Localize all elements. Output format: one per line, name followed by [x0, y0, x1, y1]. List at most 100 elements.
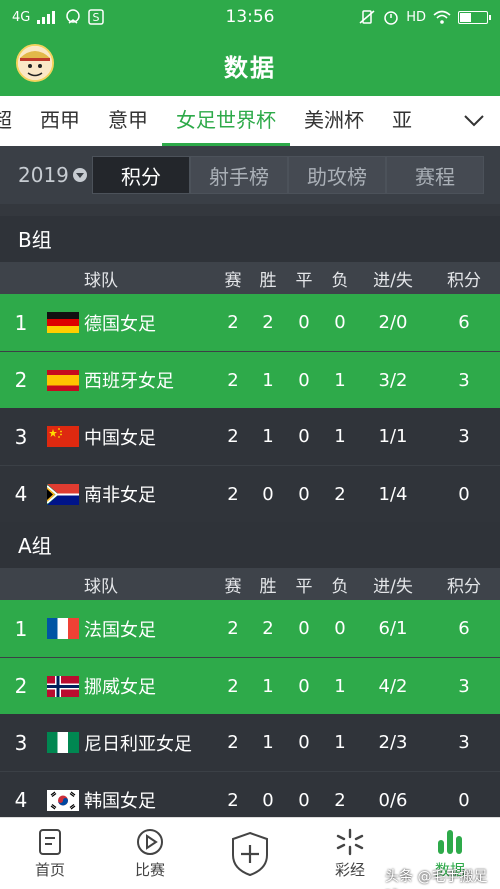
tab-league-5[interactable]: 亚	[378, 96, 426, 146]
caret-down-icon	[72, 168, 87, 182]
lost: 0	[334, 312, 346, 333]
rank: 3	[14, 730, 28, 755]
played: 2	[227, 312, 239, 333]
table-header: 球队 赛 胜 平 负 进/失 积分	[0, 262, 500, 294]
header-lost: 负	[331, 270, 349, 291]
tab-league-0[interactable]: 超	[0, 96, 26, 146]
segment-schedule[interactable]: 赛程	[386, 156, 484, 194]
nav-matches-label: 比赛	[134, 860, 165, 879]
header-goals: 进/失	[373, 576, 413, 597]
drawn: 0	[298, 369, 310, 391]
header-won: 胜	[259, 576, 277, 597]
pinwheel-icon	[336, 828, 364, 855]
avatar[interactable]	[16, 44, 54, 82]
chevron-down-icon	[464, 115, 484, 127]
team-name: 南非女足	[84, 485, 156, 506]
won: 2	[262, 312, 274, 333]
norway-flag-icon	[47, 675, 79, 697]
table-row[interactable]: 3 尼日利亚女足 2 1 0 1 2/3 3	[0, 714, 500, 771]
south-africa-flag-icon	[47, 483, 79, 505]
played: 2	[227, 732, 239, 753]
battery-icon	[458, 10, 491, 24]
tab-league-2[interactable]: 意甲	[94, 96, 162, 146]
won: 0	[262, 483, 274, 505]
avatar-face-icon	[18, 46, 52, 80]
segment-assists[interactable]: 助攻榜	[288, 156, 386, 194]
points: 3	[458, 675, 470, 697]
tab-league-3[interactable]: 女足世界杯	[162, 96, 290, 146]
league-tabs: 超 西甲 意甲 女足世界杯 美洲杯 亚	[0, 96, 500, 146]
nav-matches[interactable]: 比赛	[100, 818, 200, 889]
header-played: 赛	[224, 270, 242, 291]
goals: 2/3	[378, 732, 408, 753]
lost: 1	[334, 426, 346, 447]
nigeria-flag-icon	[47, 732, 79, 753]
won: 1	[262, 675, 274, 697]
table-row[interactable]: 1 德国女足 2 2 0 0 2/0 6	[0, 294, 500, 351]
points: 3	[458, 369, 470, 391]
rank: 2	[14, 368, 28, 392]
data-subbar: 2019 积分 射手榜 助攻榜 赛程	[0, 146, 500, 204]
wifi-icon	[433, 10, 451, 24]
watermark: 头条 @毛手搬足球	[385, 869, 488, 885]
points: 6	[458, 618, 470, 639]
tab-league-1[interactable]: 西甲	[26, 96, 94, 146]
won: 1	[262, 369, 274, 391]
tabs-expand-button[interactable]	[448, 96, 500, 146]
header-drawn: 平	[295, 576, 313, 597]
goals: 6/1	[378, 618, 408, 639]
segment-standings[interactable]: 积分	[92, 156, 190, 194]
germany-flag-icon	[47, 312, 79, 333]
team-name: 中国女足	[84, 427, 156, 449]
team-name: 尼日利亚女足	[84, 733, 192, 755]
header-team: 球队	[84, 270, 118, 291]
goals: 4/2	[378, 675, 408, 697]
network-label: 4G	[12, 9, 31, 25]
document-icon	[39, 828, 61, 855]
shield-plus-icon	[232, 831, 268, 876]
app-header: 数据	[0, 34, 500, 96]
app-notification-icon	[66, 9, 81, 24]
won: 1	[262, 732, 274, 753]
played: 2	[227, 618, 239, 639]
status-bar: 4G S 13:56 HD	[0, 0, 500, 34]
team-name: 西班牙女足	[84, 371, 174, 392]
drawn: 0	[298, 426, 310, 447]
played: 2	[227, 426, 239, 447]
year-value: 2019	[18, 163, 69, 187]
table-row[interactable]: 1 法国女足 2 2 0 0 6/1 6	[0, 600, 500, 657]
rank: 1	[14, 616, 28, 641]
segment-scorers[interactable]: 射手榜	[190, 156, 288, 194]
won: 2	[262, 618, 274, 639]
header-played: 赛	[224, 576, 242, 597]
goals: 3/2	[378, 369, 408, 391]
points: 3	[458, 426, 470, 447]
hd-label: HD	[406, 9, 426, 25]
table-row[interactable]: 3 中国女足 2 1 0 1 1/1 3	[0, 408, 500, 465]
china-flag-icon	[47, 426, 79, 447]
group-title: A组	[0, 522, 500, 570]
table-row[interactable]: 4 南非女足 2 0 0 2 1/4 0	[0, 465, 500, 522]
header-points: 积分	[447, 270, 481, 291]
page-title: 数据	[224, 53, 276, 82]
status-time: 13:56	[225, 7, 275, 27]
table-row[interactable]: 2 西班牙女足 2 1 0 1 3/2 3	[0, 351, 500, 408]
s-app-icon: S	[88, 9, 105, 25]
rank: 3	[14, 424, 28, 449]
goals: 2/0	[378, 312, 408, 333]
nav-center[interactable]	[200, 818, 300, 889]
year-select[interactable]: 2019	[18, 163, 90, 187]
team-name: 德国女足	[84, 313, 156, 335]
tab-league-4[interactable]: 美洲杯	[290, 96, 378, 146]
lost: 0	[334, 618, 346, 639]
group-title: B组	[0, 216, 500, 264]
played: 2	[227, 369, 239, 391]
team-name: 挪威女足	[84, 677, 156, 698]
vibrate-icon	[359, 10, 375, 24]
korea-flag-icon	[47, 789, 79, 811]
header-goals: 进/失	[373, 270, 413, 291]
won: 1	[262, 426, 274, 447]
signal-icon	[37, 11, 56, 24]
table-row[interactable]: 2 挪威女足 2 1 0 1 4/2 3	[0, 657, 500, 714]
nav-home[interactable]: 首页	[0, 818, 100, 889]
